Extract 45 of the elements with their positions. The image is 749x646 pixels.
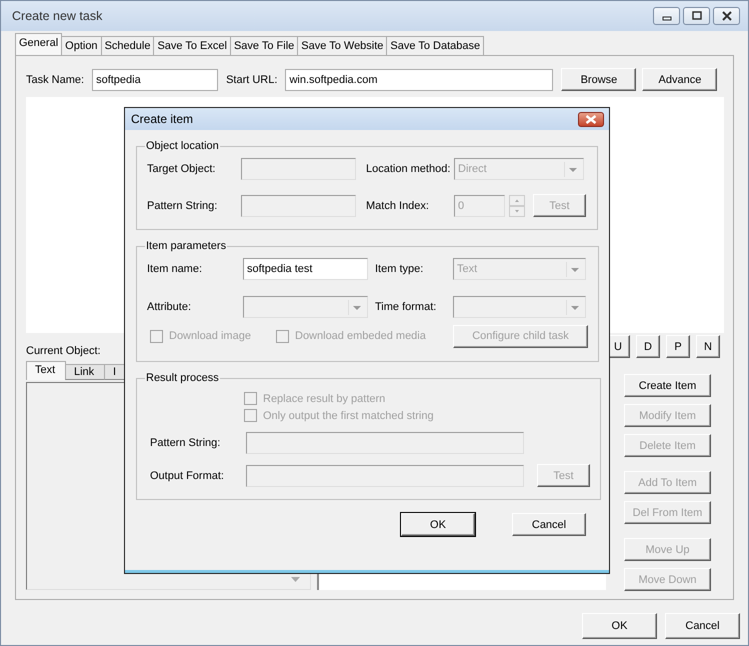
field-label: Pattern String:	[147, 200, 218, 212]
current-object-label: Current Object:	[26, 345, 102, 357]
dialog-button[interactable]: Cancel	[665, 613, 740, 639]
maximize-icon	[692, 11, 702, 21]
nav-button[interactable]: P	[666, 335, 690, 358]
field-label: Start URL:	[226, 74, 278, 86]
field-label: Item type:	[375, 263, 424, 275]
nav-button[interactable]: D	[636, 335, 660, 358]
close-icon	[585, 114, 597, 124]
dialog-button[interactable]: OK	[582, 613, 657, 639]
spinner-arrows-icon	[509, 194, 525, 216]
tab[interactable]: Save To Database	[386, 36, 484, 55]
minimize-button[interactable]	[653, 7, 680, 25]
field-label: Task Name:	[26, 74, 84, 86]
task-name-field[interactable]: softpedia	[92, 68, 218, 90]
group-title: Item parameters	[145, 240, 228, 252]
spinner[interactable]	[509, 194, 525, 216]
close-button[interactable]	[713, 7, 740, 25]
dialog-button[interactable]: OK	[401, 513, 475, 536]
dropdown-arrow-icon	[290, 577, 300, 583]
group-title: Result process	[145, 372, 220, 384]
field-label: Pattern String:	[149, 437, 222, 449]
field-label: Output Format:	[149, 470, 225, 482]
action-button[interactable]: Advance	[642, 68, 718, 91]
dialog-button[interactable]: Cancel	[512, 513, 586, 536]
field-label: Time format:	[375, 301, 438, 313]
field-label: Item name:	[147, 263, 204, 275]
nav-button[interactable]: N	[696, 335, 720, 358]
close-icon	[722, 11, 732, 21]
field-label: Attribute:	[147, 301, 192, 313]
tab[interactable]: Link	[65, 364, 105, 380]
url-field[interactable]: win.softpedia.com	[285, 68, 554, 90]
group-title: Object location	[145, 140, 220, 152]
close-button[interactable]	[578, 112, 604, 126]
item-name-field[interactable]: softpedia test	[243, 258, 368, 280]
field-label: Target Object:	[147, 163, 216, 175]
action-button[interactable]: Browse	[561, 68, 636, 91]
tab[interactable]: Text	[26, 361, 66, 380]
field-label: Match Index:	[366, 200, 430, 212]
maximize-button[interactable]	[683, 7, 710, 25]
tab[interactable]: General	[15, 33, 62, 55]
field-label: Location method:	[366, 163, 452, 175]
window-title: Create new task	[12, 9, 102, 23]
item-button[interactable]: Create Item	[624, 374, 711, 397]
dialog-title: Create item	[131, 112, 194, 126]
